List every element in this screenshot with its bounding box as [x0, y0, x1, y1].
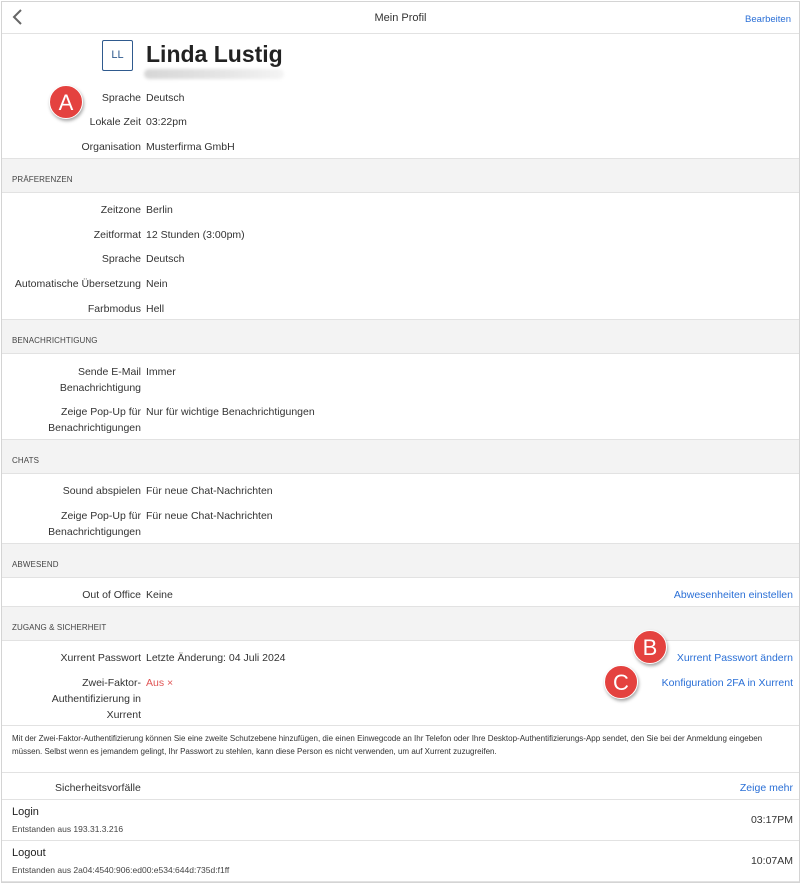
avatar: LL — [102, 40, 133, 71]
field-value: Für neue Chat-Nachrichten — [146, 510, 273, 522]
field-value: Hell — [146, 303, 165, 315]
section-header-security: ZUGANG & SICHERHEIT — [2, 606, 799, 641]
field-label: Zeitformat — [93, 229, 141, 241]
field-value: Keine — [146, 589, 173, 601]
incident-time: 03:17PM — [750, 814, 793, 826]
field-label-line: Benachrichtigung — [59, 382, 141, 394]
field-label: Zeige Pop-Up für Benachrichtigungen — [48, 508, 141, 540]
field-label: Automatische Übersetzung — [14, 278, 141, 290]
incident-subtitle: Entstanden aus 2a04:4540:906:ed00:e534:6… — [12, 865, 230, 875]
change-password-link[interactable]: Xurrent Passwort ändern — [677, 650, 793, 666]
configure-2fa-link[interactable]: Konfiguration 2FA in Xurrent — [662, 675, 793, 691]
field-label-line: Xurrent — [106, 709, 141, 721]
field-value: Letzte Änderung: 04 Juli 2024 — [146, 652, 286, 664]
field-label-line: Zwei-Faktor- — [82, 677, 141, 689]
field-value: Immer — [146, 366, 176, 378]
blurred-email — [144, 69, 284, 79]
field-value: 12 Stunden (3:00pm) — [146, 229, 245, 241]
field-label-line: Benachrichtigungen — [48, 422, 141, 434]
section-header-chats: CHATS — [2, 439, 799, 474]
field-label: Lokale Zeit — [89, 116, 141, 128]
section-header-notifications: BENACHRICHTIGUNG — [2, 319, 799, 354]
section-title: BENACHRICHTIGUNG — [12, 336, 98, 345]
field-label-line: Sende E-Mail — [77, 366, 141, 378]
field-label-line: Authentifizierung in — [51, 693, 141, 705]
incidents-title: Sicherheitsvorfälle — [55, 782, 141, 794]
field-value: Nein — [146, 278, 168, 290]
twofa-status: Aus × — [146, 675, 173, 691]
annotation-marker-c: C — [604, 665, 638, 699]
field-label-line: Benachrichtigungen — [48, 526, 141, 538]
incident-title: Login — [12, 806, 39, 818]
field-label: Sende E-Mail Benachrichtigung — [60, 364, 141, 396]
section-header-preferences: PRÄFERENZEN — [2, 158, 799, 193]
field-value: Für neue Chat-Nachrichten — [146, 485, 273, 497]
close-icon: × — [167, 677, 174, 689]
field-label: Sprache — [101, 92, 141, 104]
incident-row[interactable]: Logout Entstanden aus 2a04:4540:906:ed00… — [2, 840, 799, 882]
incident-time: 10:07AM — [750, 855, 793, 867]
annotation-marker-a: A — [49, 85, 83, 119]
field-label: Xurrent Passwort — [60, 652, 141, 664]
field-label: Sprache — [101, 253, 141, 265]
page-title: Mein Profil — [374, 12, 427, 24]
field-value: 03:22pm — [146, 116, 187, 128]
edit-button[interactable]: Bearbeiten — [745, 14, 791, 25]
section-title: CHATS — [12, 456, 40, 465]
field-value: Musterfirma GmbH — [146, 141, 235, 153]
user-name: Linda Lustig — [146, 41, 283, 67]
field-label: Out of Office — [82, 589, 141, 601]
field-label: Zeige Pop-Up für Benachrichtigungen — [48, 404, 141, 436]
twofa-info-text: Mit der Zwei-Faktor-Authentifizierung kö… — [2, 725, 799, 773]
incident-title: Logout — [12, 847, 46, 859]
field-label: Sound abspielen — [62, 485, 141, 497]
profile-window: Mein Profil Bearbeiten LL Linda Lustig S… — [1, 1, 800, 883]
field-label-line: Zeige Pop-Up für — [61, 406, 141, 418]
section-title: ABWESEND — [12, 560, 59, 569]
annotation-marker-b: B — [633, 630, 667, 664]
incident-row[interactable]: Login Entstanden aus 193.31.3.216 03:17P… — [2, 799, 799, 841]
section-title: PRÄFERENZEN — [12, 175, 73, 184]
field-label: Organisation — [81, 141, 141, 153]
field-value: Deutsch — [146, 92, 185, 104]
section-title: ZUGANG & SICHERHEIT — [12, 623, 107, 632]
twofa-status-text: Aus — [146, 677, 165, 689]
section-header-absent: ABWESEND — [2, 543, 799, 578]
show-more-link[interactable]: Zeige mehr — [740, 782, 793, 794]
set-absences-link[interactable]: Abwesenheiten einstellen — [674, 587, 793, 603]
field-value: Nur für wichtige Benachrichtigungen — [146, 406, 315, 418]
field-label-line: Zeige Pop-Up für — [61, 510, 141, 522]
field-label: Zwei-Faktor- Authentifizierung in Xurren… — [52, 675, 141, 723]
top-bar: Mein Profil Bearbeiten — [2, 2, 799, 34]
field-label: Zeitzone — [100, 204, 141, 216]
field-value: Berlin — [146, 204, 173, 216]
field-label: Farbmodus — [87, 303, 141, 315]
field-value: Deutsch — [146, 253, 185, 265]
incident-subtitle: Entstanden aus 193.31.3.216 — [12, 824, 124, 834]
